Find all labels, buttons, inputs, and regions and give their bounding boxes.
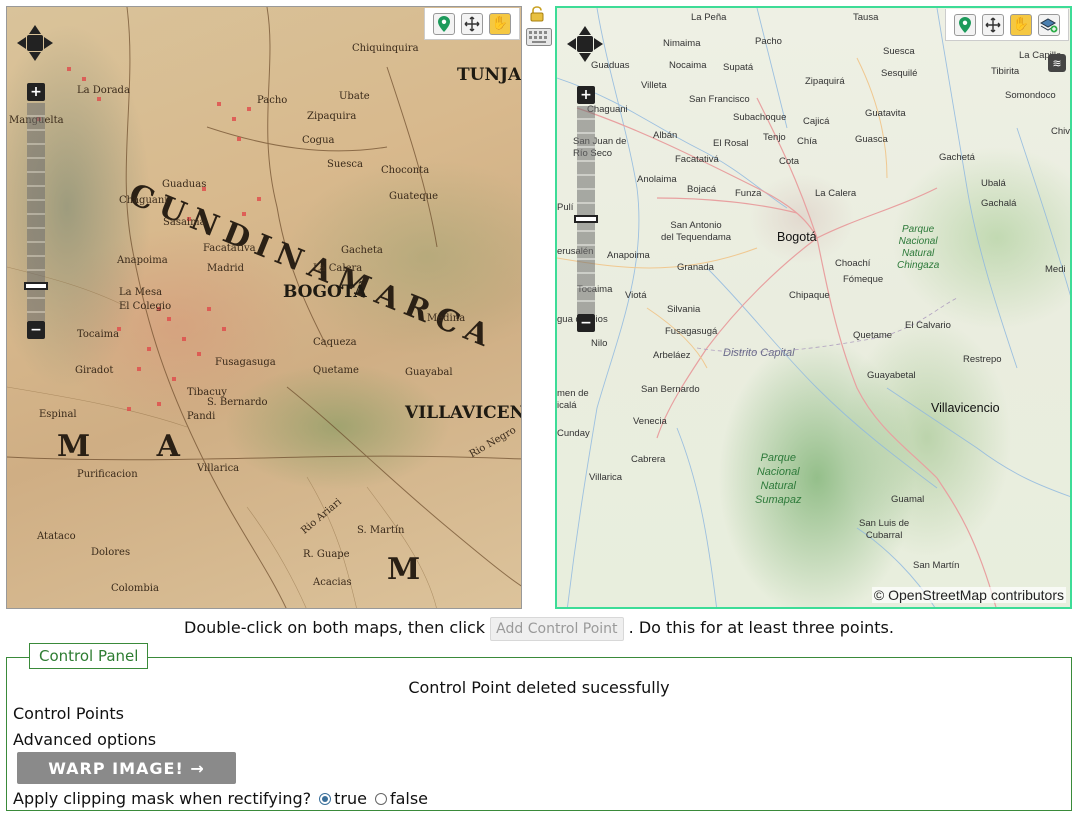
- clip-true-radio[interactable]: [319, 792, 332, 805]
- pan-up-icon[interactable]: [29, 25, 41, 34]
- move-icon[interactable]: [461, 12, 483, 35]
- status-message: Control Point deleted sucessfully: [408, 678, 670, 697]
- add-point-icon[interactable]: [433, 12, 455, 35]
- left-zoom-in-button[interactable]: +: [27, 83, 45, 101]
- keyboard-icon[interactable]: [526, 28, 552, 46]
- layer-add-icon[interactable]: [1038, 13, 1060, 36]
- right-zoom-in-button[interactable]: +: [577, 86, 595, 104]
- right-pan-control[interactable]: [567, 26, 603, 62]
- osm-map-features: [557, 8, 1070, 607]
- pan-down-icon[interactable]: [579, 53, 591, 62]
- advanced-options-toggle[interactable]: Advanced options: [13, 730, 156, 749]
- left-map-toolbar: ✋: [424, 8, 520, 40]
- right-zoom-control: + −: [567, 26, 603, 332]
- reference-map-viewer[interactable]: Bogotá Villavicencio Distrito Capital Pa…: [555, 6, 1072, 609]
- clipping-mask-label: Apply clipping mask when rectifying?: [13, 789, 312, 808]
- pan-center-icon: [577, 36, 593, 52]
- map-attribution[interactable]: © OpenStreetMap contributors: [871, 587, 1066, 603]
- add-control-point-button[interactable]: Add Control Point: [490, 616, 624, 641]
- pan-center-icon: [27, 35, 43, 51]
- clipping-mask-option: Apply clipping mask when rectifying? tru…: [13, 789, 428, 808]
- right-zoom-out-button[interactable]: −: [577, 314, 595, 332]
- historic-map-viewer[interactable]: CUNDINAMARCA BOGOTÁ VILLAVICENC TUNJA M …: [6, 6, 522, 609]
- instruction-before: Double-click on both maps, then click: [184, 618, 486, 637]
- layer-switcher-icon[interactable]: ≋: [1048, 54, 1066, 72]
- pan-hand-icon[interactable]: ✋: [1010, 13, 1032, 36]
- warp-image-button[interactable]: WARP IMAGE! →: [17, 752, 236, 784]
- clip-false-radio[interactable]: [374, 792, 387, 805]
- historic-map-features: [7, 7, 521, 608]
- pan-right-icon[interactable]: [44, 37, 53, 49]
- pan-left-icon[interactable]: [567, 38, 576, 50]
- right-map-toolbar: ✋: [945, 9, 1069, 41]
- control-points-toggle[interactable]: Control Points: [13, 704, 124, 723]
- left-zoom-out-button[interactable]: −: [27, 321, 45, 339]
- pan-down-icon[interactable]: [29, 52, 41, 61]
- control-panel-legend: Control Panel: [29, 643, 149, 669]
- pan-left-icon[interactable]: [17, 37, 26, 49]
- right-zoom-handle[interactable]: [574, 215, 598, 223]
- left-zoom-control: + −: [17, 25, 53, 339]
- instruction-after: . Do this for at least three points.: [628, 618, 894, 637]
- left-pan-control[interactable]: [17, 25, 53, 61]
- lock-icon[interactable]: [530, 6, 544, 22]
- pan-right-icon[interactable]: [594, 38, 603, 50]
- add-point-icon[interactable]: [954, 13, 976, 36]
- clip-false-label[interactable]: false: [390, 789, 428, 808]
- pan-hand-icon[interactable]: ✋: [489, 12, 511, 35]
- control-panel: Control Panel Control Point deleted suce…: [6, 643, 1072, 811]
- move-icon[interactable]: [982, 13, 1004, 36]
- instruction-text: Double-click on both maps, then click Ad…: [0, 616, 1078, 641]
- clip-true-label[interactable]: true: [334, 789, 367, 808]
- pan-up-icon[interactable]: [579, 26, 591, 35]
- left-zoom-handle[interactable]: [24, 282, 48, 290]
